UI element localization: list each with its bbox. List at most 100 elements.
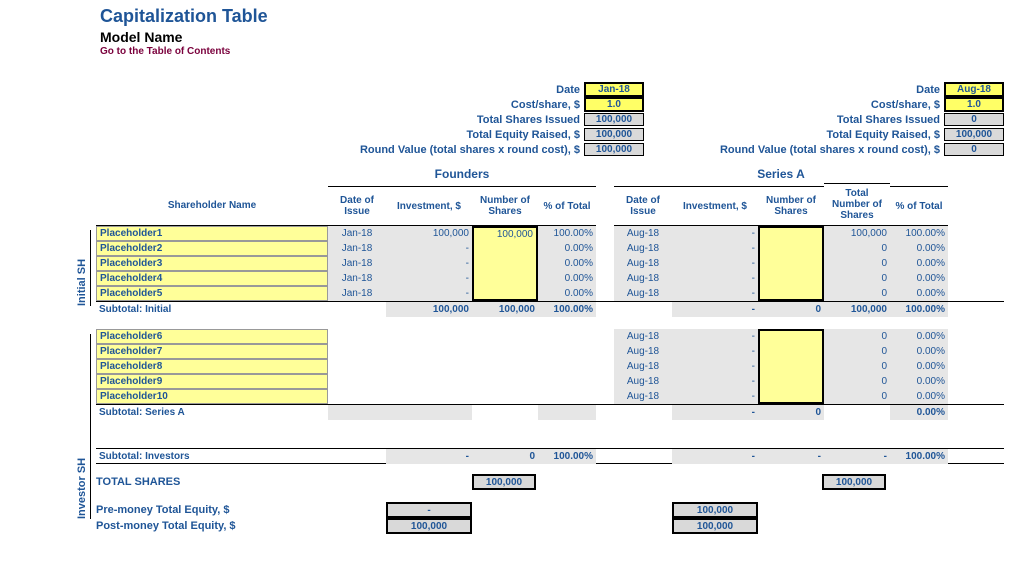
- founders-cost[interactable]: 1.0: [584, 97, 644, 112]
- cell: Aug-18: [614, 271, 672, 286]
- num-shares-input[interactable]: [758, 271, 824, 286]
- table-row: Placeholder6Aug-18-00.00%: [96, 329, 1004, 344]
- col-total-num-shares: Total Number of Shares: [824, 183, 890, 226]
- seriesa-equity: 100,000: [944, 128, 1004, 141]
- cell: 0: [824, 344, 890, 359]
- sub-seriesa-a-num: 0: [758, 405, 824, 420]
- sub-initial-f-inv: 100,000: [386, 302, 472, 317]
- cell: [386, 389, 472, 404]
- seriesa-date[interactable]: Aug-18: [944, 82, 1004, 97]
- cell: Aug-18: [614, 389, 672, 404]
- shareholder-name[interactable]: Placeholder5: [96, 286, 328, 301]
- founders-shares: 100,000: [584, 113, 644, 126]
- cell: Jan-18: [328, 226, 386, 241]
- table-row: Placeholder9Aug-18-00.00%: [96, 374, 1004, 389]
- num-shares-input[interactable]: [758, 344, 824, 359]
- shareholder-name[interactable]: Placeholder9: [96, 374, 328, 389]
- sub-initial-a-pct: 100.00%: [890, 302, 948, 317]
- shareholder-name[interactable]: Placeholder3: [96, 256, 328, 271]
- premoney-founders: -: [386, 502, 472, 518]
- cell: 0.00%: [538, 256, 596, 271]
- initial-sh-label: Initial SH: [76, 230, 91, 306]
- col-num-shares: Number of Shares: [758, 186, 824, 226]
- cell: 0.00%: [890, 329, 948, 344]
- cell: Jan-18: [328, 256, 386, 271]
- num-shares-input[interactable]: [758, 256, 824, 271]
- cell: 0.00%: [890, 359, 948, 374]
- sub-initial-a-tot: 100,000: [824, 302, 890, 317]
- cell: -: [672, 359, 758, 374]
- shareholder-name[interactable]: Placeholder10: [96, 389, 328, 404]
- shareholder-name[interactable]: Placeholder6: [96, 329, 328, 344]
- col-num-shares: Number of Shares: [472, 186, 538, 226]
- cell: 0.00%: [890, 256, 948, 271]
- num-shares-input[interactable]: [472, 256, 538, 271]
- seriesa-cost[interactable]: 1.0: [944, 97, 1004, 112]
- sub-inv-a-num: -: [758, 449, 824, 464]
- sub-initial-a-num: 0: [758, 302, 824, 317]
- cell: 0.00%: [890, 389, 948, 404]
- founders-round: 100,000: [584, 143, 644, 156]
- shareholder-name[interactable]: Placeholder2: [96, 241, 328, 256]
- sub-initial-a-inv: -: [672, 302, 758, 317]
- cell: 0: [824, 256, 890, 271]
- num-shares-input[interactable]: [758, 389, 824, 404]
- num-shares-input[interactable]: [472, 271, 538, 286]
- cell: -: [672, 226, 758, 241]
- shareholder-name[interactable]: Placeholder1: [96, 226, 328, 241]
- cell: Jan-18: [328, 241, 386, 256]
- table-row: Placeholder5Jan-18-0.00%Aug-18-00.00%: [96, 286, 1004, 301]
- table-row: Placeholder2Jan-18-0.00%Aug-18-00.00%: [96, 241, 1004, 256]
- num-shares-input[interactable]: [758, 374, 824, 389]
- total-shares-label: TOTAL SHARES: [96, 476, 328, 488]
- subtotal-seriesa-row: Subtotal: Series A - 0 0.00%: [96, 404, 1004, 420]
- model-name: Model Name: [100, 29, 1004, 45]
- cell: [386, 329, 472, 344]
- num-shares-input[interactable]: [758, 359, 824, 374]
- col-investment: Investment, $: [386, 186, 472, 226]
- num-shares-input[interactable]: [472, 241, 538, 256]
- num-shares-input[interactable]: [758, 226, 824, 241]
- sub-seriesa-a-pct: 0.00%: [890, 405, 948, 420]
- shareholder-name[interactable]: Placeholder8: [96, 359, 328, 374]
- num-shares-input[interactable]: [758, 241, 824, 256]
- cell: -: [672, 286, 758, 301]
- col-date-issue: Date of Issue: [328, 186, 386, 226]
- num-shares-input[interactable]: 100,000: [472, 226, 538, 241]
- cell: Jan-18: [328, 286, 386, 301]
- cell: [328, 344, 386, 359]
- cell: -: [386, 256, 472, 271]
- label-cost: Cost/share, $: [684, 99, 944, 111]
- page-title: Capitalization Table: [100, 6, 1004, 27]
- cell: 100.00%: [890, 226, 948, 241]
- cell: [538, 374, 596, 389]
- shareholder-name[interactable]: Placeholder4: [96, 271, 328, 286]
- label-round-value: Round Value (total shares x round cost),…: [324, 144, 584, 156]
- founders-date[interactable]: Jan-18: [584, 82, 644, 97]
- cell: [538, 344, 596, 359]
- table-row: Placeholder1Jan-18100,000100,000100.00%A…: [96, 226, 1004, 241]
- col-date-issue: Date of Issue: [614, 186, 672, 226]
- num-shares-input[interactable]: [758, 286, 824, 301]
- cell: [538, 389, 596, 404]
- toc-link[interactable]: Go to the Table of Contents: [100, 46, 1004, 57]
- seriesa-summary: DateAug-18 Cost/share, $1.0 Total Shares…: [684, 82, 1004, 157]
- cell: [472, 344, 538, 359]
- cell: [386, 359, 472, 374]
- sub-inv-a-inv: -: [672, 449, 758, 464]
- founders-section-title: Founders: [328, 167, 596, 183]
- cell: 0: [824, 389, 890, 404]
- col-pct: % of Total: [890, 186, 948, 226]
- cell: -: [672, 271, 758, 286]
- total-shares-seriesa: 100,000: [822, 474, 886, 490]
- cell: [386, 374, 472, 389]
- cell: Aug-18: [614, 241, 672, 256]
- shareholder-name[interactable]: Placeholder7: [96, 344, 328, 359]
- cell: 0: [824, 329, 890, 344]
- total-shares-founders: 100,000: [472, 474, 536, 490]
- num-shares-input[interactable]: [472, 286, 538, 301]
- table-row: Placeholder3Jan-18-0.00%Aug-18-00.00%: [96, 256, 1004, 271]
- num-shares-input[interactable]: [758, 329, 824, 344]
- postmoney-seriesa: 100,000: [672, 518, 758, 534]
- cell: [538, 359, 596, 374]
